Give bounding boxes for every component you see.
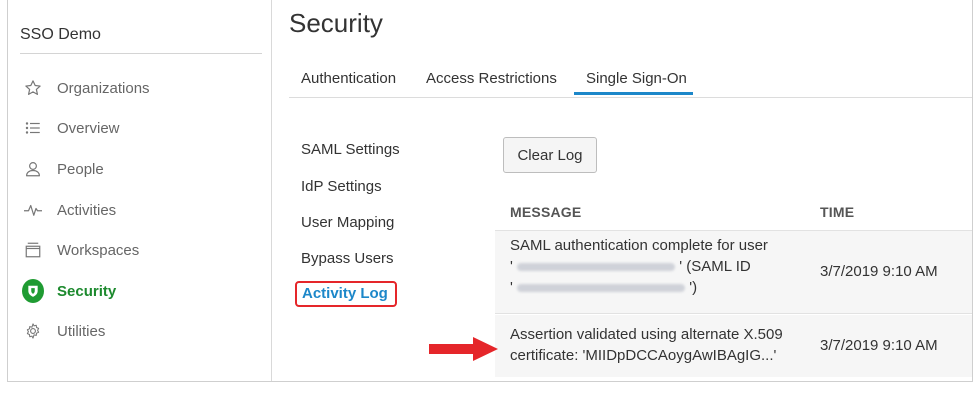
message-text: ') <box>689 279 698 296</box>
sidebar-item-label: Security <box>57 282 117 300</box>
subnav-user-mapping[interactable]: User Mapping <box>301 214 394 231</box>
subnav-idp-settings[interactable]: IdP Settings <box>301 178 382 195</box>
log-message: Assertion validated using alternate X.50… <box>510 324 783 366</box>
sidebar-item-overview[interactable]: Overview <box>8 112 271 144</box>
org-name: SSO Demo <box>20 26 101 43</box>
message-text: ' <box>510 258 513 275</box>
sidebar-item-label: Utilities <box>57 322 106 340</box>
sidebar-item-label: Overview <box>57 119 120 137</box>
tab-authentication[interactable]: Authentication <box>301 70 396 87</box>
red-arrow-icon <box>429 337 498 361</box>
redacted-saml-id <box>517 284 686 293</box>
shield-icon <box>22 279 44 303</box>
gear-icon <box>22 320 44 342</box>
sidebar-item-label: Activities <box>57 201 117 219</box>
person-icon <box>22 158 44 180</box>
table-row: SAML authentication complete for user ' … <box>495 231 972 313</box>
main-content: Security Authentication Access Restricti… <box>273 0 972 381</box>
sidebar-item-label: Workspaces <box>57 241 140 259</box>
list-icon <box>22 117 44 139</box>
sidebar-item-security[interactable]: Security <box>8 275 271 307</box>
subnav-bypass-users[interactable]: Bypass Users <box>301 250 394 267</box>
pulse-icon <box>22 199 44 221</box>
sidebar-item-people[interactable]: People <box>8 153 271 185</box>
divider <box>289 97 972 98</box>
tab-access-restrictions[interactable]: Access Restrictions <box>426 70 557 87</box>
subnav-label: Activity Log <box>302 285 388 302</box>
sidebar-item-activities[interactable]: Activities <box>8 194 271 226</box>
tab-single-sign-on[interactable]: Single Sign-On <box>574 70 693 95</box>
clear-log-button[interactable]: Clear Log <box>503 137 597 173</box>
sidebar: SSO Demo Organizations Overview People A… <box>8 0 272 381</box>
table-row: Assertion validated using alternate X.50… <box>495 315 972 377</box>
sidebar-item-utilities[interactable]: Utilities <box>8 315 271 347</box>
message-text: ' <box>510 279 513 296</box>
workspace-icon <box>22 239 44 261</box>
message-text: ' (SAML ID <box>679 258 751 275</box>
sidebar-item-label: People <box>57 160 104 178</box>
redacted-username <box>517 263 676 272</box>
divider <box>495 313 972 314</box>
subnav-saml-settings[interactable]: SAML Settings <box>301 141 400 158</box>
log-time: 3/7/2019 9:10 AM <box>820 263 938 280</box>
app-window: SSO Demo Organizations Overview People A… <box>7 0 973 382</box>
sidebar-item-label: Organizations <box>57 79 150 97</box>
message-text: Assertion validated using alternate X.50… <box>510 326 783 343</box>
message-text: SAML authentication complete for user <box>510 237 768 254</box>
sidebar-item-workspaces[interactable]: Workspaces <box>8 234 271 266</box>
log-message: SAML authentication complete for user ' … <box>510 235 768 298</box>
divider <box>20 53 262 54</box>
message-text: certificate: 'MIIDpDCCAoygAwIBAgIG...' <box>510 347 777 364</box>
column-header-time[interactable]: TIME <box>820 204 854 220</box>
star-icon <box>22 77 44 99</box>
column-header-message[interactable]: MESSAGE <box>510 204 581 220</box>
sidebar-item-organizations[interactable]: Organizations <box>8 72 271 104</box>
log-time: 3/7/2019 9:10 AM <box>820 337 938 354</box>
page-title: Security <box>289 8 383 38</box>
subnav-activity-log[interactable]: Activity Log <box>295 281 397 307</box>
